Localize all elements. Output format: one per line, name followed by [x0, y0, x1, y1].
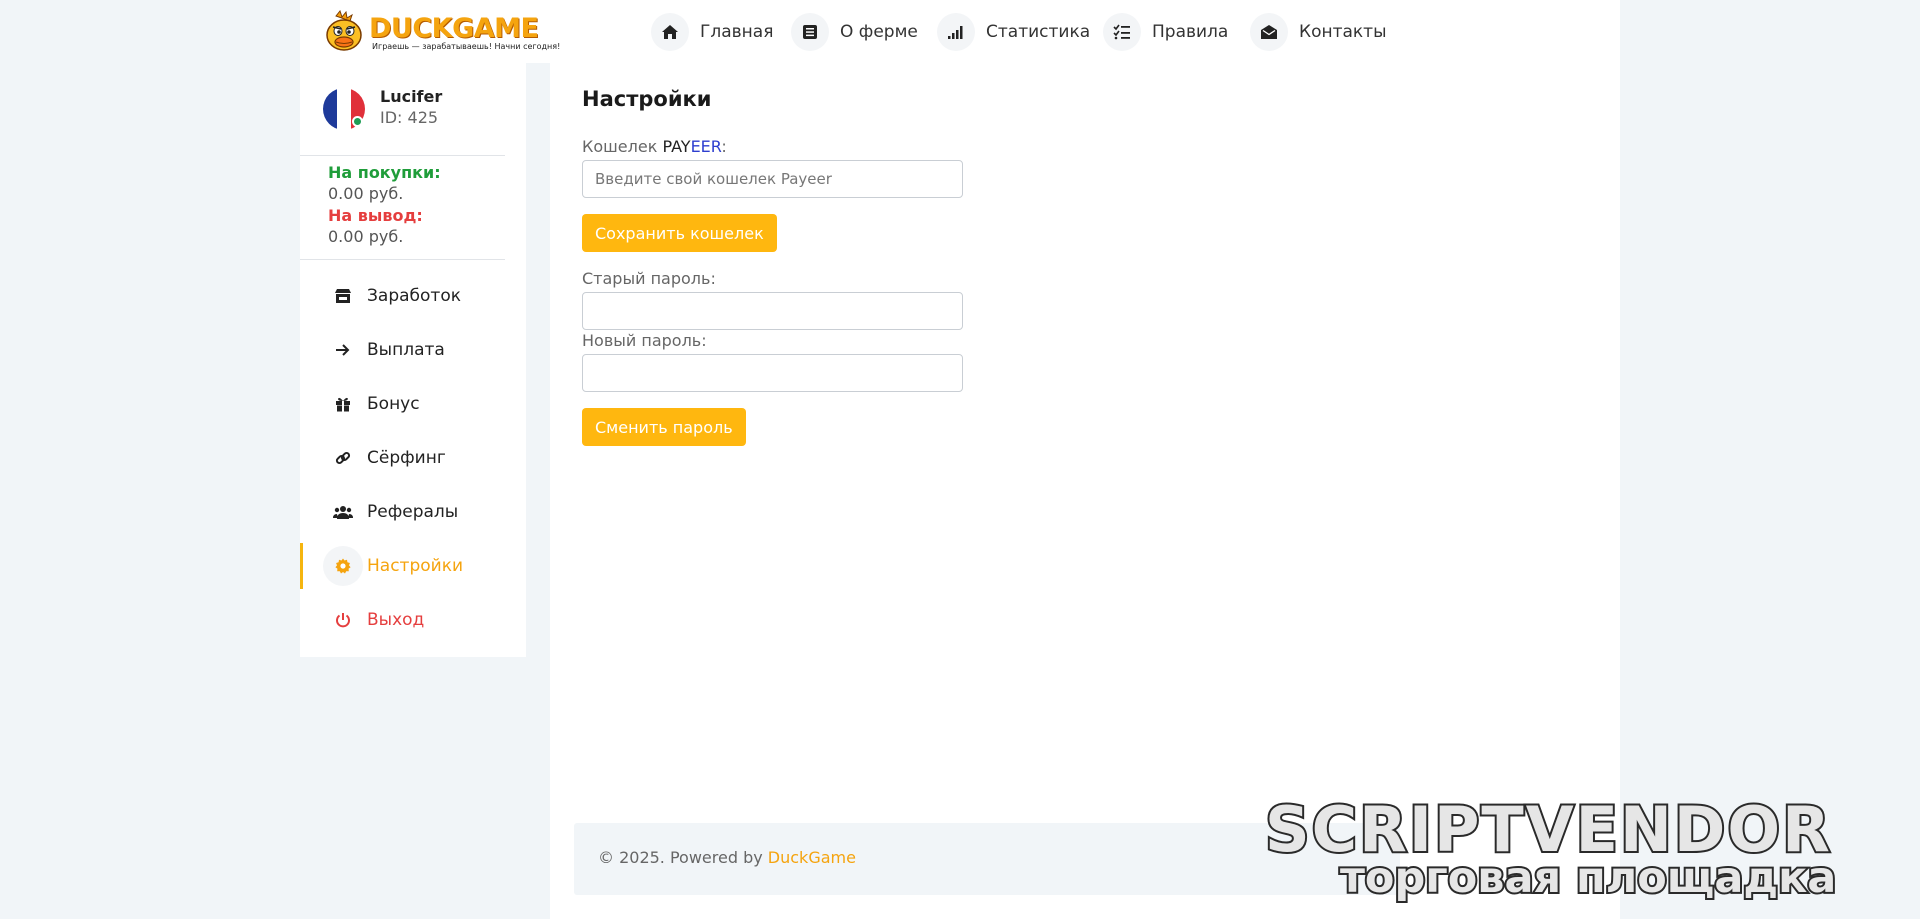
- nav-rules[interactable]: Правила: [1103, 13, 1228, 51]
- wallet-label-prefix: Кошелек: [582, 137, 663, 156]
- duck-logo-icon: [326, 10, 362, 51]
- nav-stats-label: Статистика: [986, 22, 1091, 42]
- checklist-icon: [1103, 13, 1141, 51]
- gear-icon: [323, 546, 363, 586]
- watermark: SCRIPTVENDOR торговая площадка: [1263, 791, 1900, 919]
- nav-rules-label: Правила: [1152, 22, 1229, 42]
- sidebar-item-label: Выход: [367, 610, 425, 630]
- sidebar-item-label: Заработок: [367, 286, 461, 306]
- new-password-input[interactable]: [582, 354, 963, 392]
- old-password-input[interactable]: [582, 292, 963, 330]
- online-status-dot: [352, 116, 363, 127]
- nav-stats[interactable]: Статистика: [937, 13, 1090, 51]
- wallet-label-suffix: :: [721, 137, 727, 156]
- user-name: Lucifer: [380, 87, 443, 106]
- main-content: Настройки Кошелек PAYEER: Сохранить коше…: [550, 63, 1400, 919]
- nav-about-label: О ферме: [840, 22, 918, 42]
- sidebar-item-bonus[interactable]: Бонус: [300, 381, 526, 427]
- logo-title: DUCKGAME: [369, 13, 539, 44]
- sidebar-item-label: Рефералы: [367, 502, 459, 522]
- new-password-label: Новый пароль:: [582, 331, 707, 350]
- gift-icon: [323, 384, 363, 424]
- footer-brand-link[interactable]: DuckGame: [768, 848, 856, 867]
- footer-text: © 2025. Powered by DuckGame: [598, 848, 856, 867]
- nav-home[interactable]: Главная: [651, 13, 773, 51]
- arrow-right-icon: [323, 330, 363, 370]
- sidebar-item-label: Сёрфинг: [367, 448, 446, 468]
- envelope-open-icon: [1250, 13, 1288, 51]
- footer-copyright: © 2025. Powered by: [598, 848, 768, 867]
- purchase-balance-label: На покупки:: [328, 163, 441, 182]
- sidebar-item-surfing[interactable]: Сёрфинг: [300, 435, 526, 481]
- user-id: ID: 425: [380, 108, 439, 127]
- nav-contacts[interactable]: Контакты: [1250, 13, 1387, 51]
- link-icon: [323, 438, 363, 478]
- users-icon: [323, 492, 363, 532]
- old-password-label: Старый пароль:: [582, 269, 716, 288]
- sidebar-divider: [300, 259, 505, 260]
- sidebar-item-payout[interactable]: Выплата: [300, 327, 526, 373]
- change-password-button[interactable]: Сменить пароль: [582, 408, 746, 446]
- payeer-logo-eer: EER: [690, 137, 722, 156]
- sidebar-item-earnings[interactable]: Заработок: [300, 273, 526, 319]
- withdraw-balance-value: 0.00 руб.: [328, 227, 404, 246]
- sidebar-item-referrals[interactable]: Рефералы: [300, 489, 526, 535]
- page-title: Настройки: [582, 87, 712, 111]
- watermark-subtitle: торговая площадка: [1338, 851, 1838, 905]
- sidebar-item-settings[interactable]: Настройки: [300, 543, 526, 589]
- power-icon: [323, 600, 363, 640]
- sidebar-divider: [300, 155, 505, 156]
- sidebar-item-label: Выплата: [367, 340, 445, 360]
- store-icon: [323, 276, 363, 316]
- list-icon: [791, 13, 829, 51]
- save-wallet-button[interactable]: Сохранить кошелек: [582, 214, 777, 252]
- nav-contacts-label: Контакты: [1299, 22, 1387, 42]
- nav-about[interactable]: О ферме: [791, 13, 918, 51]
- home-icon: [651, 13, 689, 51]
- withdraw-balance-label: На вывод:: [328, 206, 423, 225]
- site-logo[interactable]: DUCKGAME Играешь — зарабатываешь! Начни …: [322, 10, 560, 56]
- purchase-balance-value: 0.00 руб.: [328, 184, 404, 203]
- right-blank-column: [1400, 0, 1620, 919]
- payeer-wallet-input[interactable]: [582, 160, 963, 198]
- nav-home-label: Главная: [700, 22, 774, 42]
- sidebar-item-label: Бонус: [367, 394, 420, 414]
- sidebar-item-label: Настройки: [367, 556, 464, 576]
- logo-tagline: Играешь — зарабатываешь! Начни сегодня!: [372, 42, 561, 51]
- wallet-label: Кошелек PAYEER:: [582, 137, 727, 156]
- signal-icon: [937, 13, 975, 51]
- payeer-logo-pay: PAY: [662, 137, 691, 156]
- sidebar: Lucifer ID: 425 На покупки: 0.00 руб. На…: [300, 63, 526, 657]
- sidebar-item-logout[interactable]: Выход: [300, 597, 526, 643]
